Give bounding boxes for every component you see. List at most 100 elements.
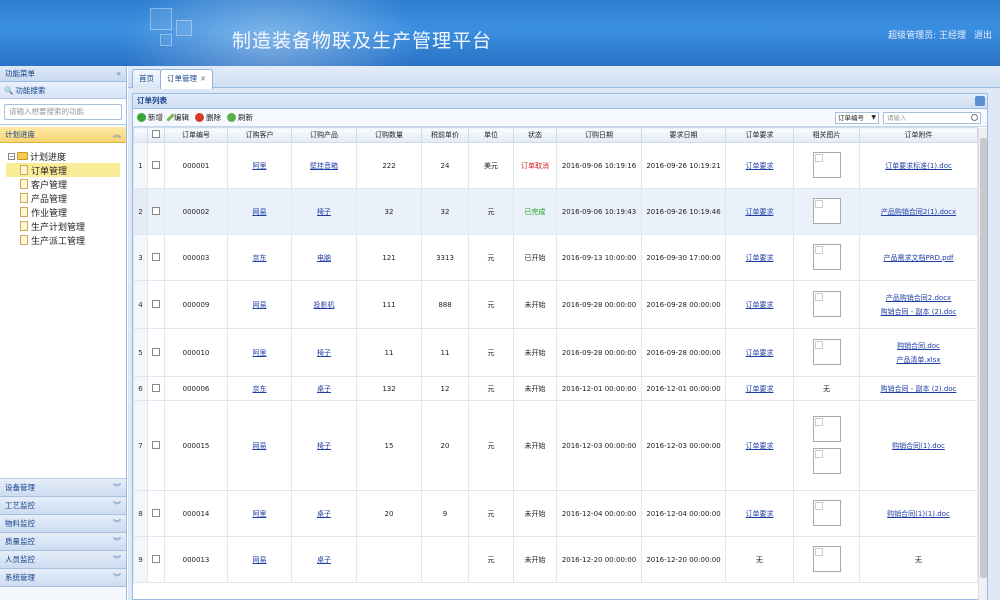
filter-select[interactable]: 订单编号 ▼ [835, 112, 879, 124]
column-header[interactable]: 要求日期 [641, 127, 726, 143]
table-row[interactable]: 7 000015 网易 椅子 15 20 元 未开始 2016-12-03 00:00:00 20… [133, 400, 978, 491]
order-requirement-link[interactable]: 订单要求 [746, 254, 774, 262]
product-link[interactable]: 椅子 [317, 442, 331, 450]
table-search-input[interactable]: 请输入 [883, 112, 981, 124]
row-checkbox[interactable] [152, 299, 160, 308]
tree-item-product-management[interactable]: 产品管理 [6, 191, 120, 205]
image-thumbnail[interactable] [812, 415, 841, 442]
customer-link[interactable]: 网易 [253, 301, 267, 309]
attachment-link[interactable]: 购销合同(1).doc [892, 442, 945, 450]
column-header[interactable]: 订单附件 [859, 127, 978, 143]
search-icon[interactable] [971, 114, 978, 121]
product-link[interactable]: 电脑 [317, 254, 331, 262]
collapse-panel-icon[interactable] [975, 96, 985, 106]
checkbox-cell[interactable] [147, 142, 165, 189]
attachment-link[interactable]: 购销合同 - 副本 (2).doc [881, 385, 957, 393]
row-checkbox[interactable] [152, 440, 160, 449]
tab-home[interactable]: 首页 [132, 69, 161, 88]
vertical-scrollbar[interactable] [978, 128, 987, 600]
customer-link[interactable]: 京东 [253, 385, 267, 393]
table-row[interactable]: 1 000001 阿里 壁挂音箱 222 24 美元 订单取消 2016-09-06 10:19… [133, 142, 978, 189]
section-quality[interactable]: 质量监控 ︾ [0, 533, 126, 551]
image-thumbnail[interactable] [812, 499, 841, 526]
row-checkbox[interactable] [152, 206, 160, 215]
attachment-link[interactable]: 订单要求标准(1).doc [885, 162, 952, 170]
checkbox-cell[interactable] [147, 188, 165, 235]
checkbox-cell[interactable] [147, 490, 165, 537]
checkbox-cell[interactable] [147, 280, 165, 329]
attachment-link[interactable]: 购销合同 - 副本 (2).doc [881, 308, 957, 316]
customer-link[interactable]: 网易 [253, 208, 267, 216]
table-row[interactable]: 2 000002 网易 椅子 32 32 元 已完成 2016-09-06 10:19:43 20… [133, 188, 978, 235]
tree-item-order-management[interactable]: 订单管理 [6, 163, 120, 177]
customer-link[interactable]: 网易 [253, 442, 267, 450]
tab-order-management[interactable]: 订单管理 × [160, 69, 214, 89]
column-header[interactable]: 税前单价 [421, 127, 469, 143]
column-header[interactable]: 订购客户 [227, 127, 292, 143]
column-header[interactable]: 状态 [513, 127, 557, 143]
attachment-link[interactable]: 产品购销合同2.docx [886, 294, 951, 302]
image-thumbnail[interactable] [812, 447, 841, 474]
tree-item-production-plan[interactable]: 生产计划管理 [6, 219, 120, 233]
column-header[interactable]: 订单编号 [164, 127, 228, 143]
tree-root[interactable]: − 计划进度 [6, 149, 120, 163]
product-link[interactable]: 椅子 [317, 208, 331, 216]
section-material[interactable]: 物料监控 ︾ [0, 515, 126, 533]
table-row[interactable]: 6 000006 京东 桌子 132 12 元 未开始 2016-12-01 00:00:00 2… [133, 376, 978, 401]
table-row[interactable]: 3 000003 京东 电脑 121 3313 元 已开始 2016-09-13 10:00:0… [133, 234, 978, 281]
product-link[interactable]: 壁挂音箱 [310, 162, 338, 170]
row-checkbox[interactable] [152, 383, 160, 392]
edit-button[interactable]: 编辑 [166, 112, 189, 123]
collapse-icon[interactable]: − [8, 152, 15, 160]
image-thumbnail[interactable] [812, 545, 841, 572]
image-thumbnail[interactable] [812, 290, 841, 317]
column-header[interactable]: 订购产品 [291, 127, 357, 143]
image-thumbnail[interactable] [812, 338, 841, 365]
table-row[interactable]: 8 000014 阿里 桌子 20 9 元 未开始 2016-12-04 00:00:00 201… [133, 490, 978, 537]
row-checkbox[interactable] [152, 554, 160, 563]
product-link[interactable]: 椅子 [317, 349, 331, 357]
row-checkbox[interactable] [152, 160, 160, 169]
image-thumbnail[interactable] [812, 197, 841, 224]
product-link[interactable]: 桌子 [317, 385, 331, 393]
product-link[interactable]: 桌子 [317, 556, 331, 564]
attachment-link[interactable]: 产品清单.xlsx [896, 356, 940, 364]
order-requirement-link[interactable]: 订单要求 [746, 510, 774, 518]
section-system[interactable]: 系统管理 ︾ [0, 569, 126, 587]
tree-item-dispatch[interactable]: 生产派工管理 [6, 233, 120, 247]
order-requirement-link[interactable]: 订单要求 [746, 162, 774, 170]
image-thumbnail[interactable] [812, 151, 841, 178]
product-link[interactable]: 投影机 [314, 301, 335, 309]
order-requirement-link[interactable]: 订单要求 [746, 301, 774, 309]
collapse-left-icon[interactable]: « [116, 69, 121, 78]
order-requirement-link[interactable]: 订单要求 [746, 442, 774, 450]
image-thumbnail[interactable] [812, 243, 841, 270]
column-header[interactable]: 单位 [468, 127, 514, 143]
table-row[interactable]: 4 000009 网易 投影机 111 888 元 未开始 2016-09-28 00:00:0… [133, 280, 978, 329]
checkbox-cell[interactable] [147, 536, 165, 583]
section-personnel[interactable]: 人员监控 ︾ [0, 551, 126, 569]
order-requirement-link[interactable]: 订单要求 [746, 208, 774, 216]
logout-link[interactable]: 退出 [974, 28, 992, 41]
scrollbar-thumb[interactable] [980, 138, 987, 578]
checkbox-cell[interactable] [147, 328, 165, 377]
close-icon[interactable]: × [200, 74, 206, 83]
section-equipment[interactable]: 设备管理 ︾ [0, 479, 126, 497]
attachment-link[interactable]: 购销合同.doc [897, 342, 940, 350]
customer-link[interactable]: 京东 [253, 254, 267, 262]
order-requirement-link[interactable]: 订单要求 [746, 385, 774, 393]
select-all-checkbox[interactable] [152, 130, 160, 138]
function-search-input[interactable]: 请输入想要搜索的功能 [4, 104, 122, 120]
table-row[interactable]: 9 000013 网易 桌子 元 未开始 2016-12-20 00:00:00 2016-1… [133, 536, 978, 583]
attachment-link[interactable]: 产品需求文档PRD.pdf [883, 254, 953, 262]
tree-item-job-management[interactable]: 作业管理 [6, 205, 120, 219]
row-checkbox[interactable] [152, 508, 160, 517]
column-header[interactable]: 订单要求 [725, 127, 794, 143]
delete-button[interactable]: 删除 [195, 112, 221, 123]
customer-link[interactable]: 阿里 [253, 510, 267, 518]
checkbox-cell[interactable] [147, 376, 165, 401]
section-plan-progress[interactable]: 计划进度 ︽ [0, 127, 126, 143]
section-process[interactable]: 工艺监控 ︾ [0, 497, 126, 515]
column-header[interactable]: 订购数量 [356, 127, 422, 143]
customer-link[interactable]: 网易 [253, 556, 267, 564]
